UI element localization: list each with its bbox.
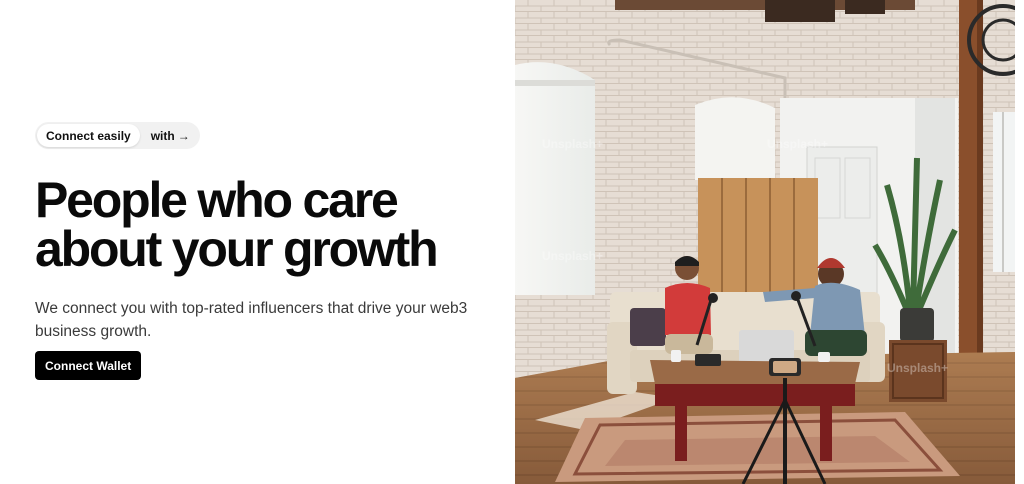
watermark-text: Unsplash+ [767, 137, 828, 151]
hero-image: Unsplash+ Unsplash+ Unsplash+ Unsplash+ [515, 0, 1015, 484]
arrow-right-icon: → [177, 128, 190, 143]
hero-subtitle: We connect you with top-rated influencer… [35, 300, 468, 340]
hero-section: Connect easily with → People who care ab… [0, 0, 515, 484]
pill-link-label: with [150, 128, 175, 143]
hero-headline: People who care about your growth [35, 172, 505, 277]
announcement-pill[interactable]: Connect easily with → [35, 122, 200, 149]
headline-line-1: People who care [35, 172, 399, 228]
watermark-text: Unsplash+ [542, 137, 603, 151]
pill-tag: Connect easily [37, 124, 140, 147]
headline-line-2: about your growth [35, 221, 439, 277]
connect-wallet-button[interactable]: Connect Wallet [35, 351, 142, 380]
watermark-text: Unsplash+ [542, 249, 603, 263]
pill-link[interactable]: with → [140, 129, 198, 143]
watermark-text: Unsplash+ [887, 361, 948, 375]
